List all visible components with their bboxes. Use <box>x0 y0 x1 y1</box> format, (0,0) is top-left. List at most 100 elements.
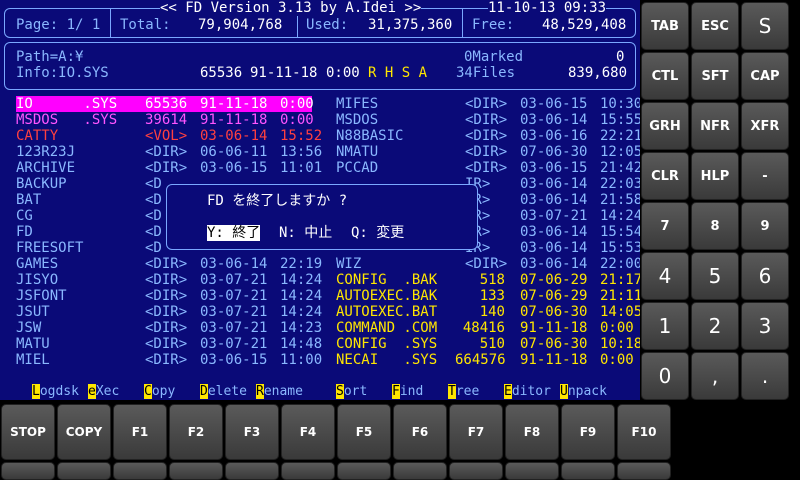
file-name[interactable]: AUTOEXEC.BAK <box>336 288 437 304</box>
key-17[interactable]: 6 <box>741 252 789 300</box>
file-name[interactable]: MIFES <box>336 96 378 112</box>
function-key-1[interactable]: Logdsk <box>32 384 79 400</box>
bottom-key-10[interactable]: F9 <box>561 404 615 460</box>
key-16[interactable]: 5 <box>691 252 739 300</box>
file-size: <DIR> <box>145 144 188 160</box>
file-name[interactable]: CG <box>16 208 33 224</box>
bottom-key-2[interactable]: F1 <box>113 404 167 460</box>
file-name[interactable]: JSW <box>16 320 41 336</box>
file-name[interactable]: MIEL <box>16 352 50 368</box>
file-date: 03-06-14 <box>520 192 588 208</box>
function-key-9[interactable]: Editor <box>504 384 551 400</box>
bottom-key-11[interactable]: F10 <box>617 404 671 460</box>
function-key-4[interactable]: Delete <box>200 384 247 400</box>
bottom-key-lower[interactable] <box>225 462 279 480</box>
key-11[interactable]: - <box>741 152 789 200</box>
bottom-key-lower[interactable] <box>57 462 111 480</box>
key-10[interactable]: HLP <box>691 152 739 200</box>
key-19[interactable]: 2 <box>691 302 739 350</box>
file-name[interactable]: MSDOS .SYS <box>16 112 117 128</box>
file-name[interactable]: JSFONT <box>16 288 67 304</box>
file-name[interactable]: JISYO <box>16 272 58 288</box>
file-name[interactable]: BAT <box>16 192 41 208</box>
file-name[interactable]: ARCHIVE <box>16 160 75 176</box>
key-1[interactable]: ESC <box>691 2 739 50</box>
function-key-5[interactable]: Rename <box>256 384 303 400</box>
key-3[interactable]: CTL <box>641 52 689 100</box>
key-0[interactable]: TAB <box>641 2 689 50</box>
key-23[interactable]: . <box>741 352 789 400</box>
bottom-key-lower[interactable] <box>505 462 559 480</box>
key-21[interactable]: 0 <box>641 352 689 400</box>
key-5[interactable]: CAP <box>741 52 789 100</box>
file-name[interactable]: FD <box>16 224 33 240</box>
file-name[interactable]: NMATU <box>336 144 378 160</box>
function-key-3[interactable]: Copy <box>144 384 175 400</box>
key-15[interactable]: 4 <box>641 252 689 300</box>
info-date: 91-11-18 <box>250 65 318 81</box>
file-name[interactable]: GAMES <box>16 256 58 272</box>
bottom-key-5[interactable]: F4 <box>281 404 335 460</box>
file-date: 07-06-30 <box>520 304 588 320</box>
bottom-key-0[interactable]: STOP <box>1 404 55 460</box>
function-key-10[interactable]: Unpack <box>560 384 607 400</box>
key-18[interactable]: 1 <box>641 302 689 350</box>
bottom-key-4[interactable]: F3 <box>225 404 279 460</box>
bottom-key-3[interactable]: F2 <box>169 404 223 460</box>
bottom-key-lower[interactable] <box>617 462 671 480</box>
key-8[interactable]: XFR <box>741 102 789 150</box>
file-name[interactable]: AUTOEXEC.BAT <box>336 304 437 320</box>
file-time: 14:24 <box>280 272 323 288</box>
function-key-6[interactable]: Sort <box>336 384 367 400</box>
bottom-key-lower[interactable] <box>1 462 55 480</box>
key-7[interactable]: NFR <box>691 102 739 150</box>
function-key-2[interactable]: eXec <box>88 384 119 400</box>
bottom-key-lower[interactable] <box>561 462 615 480</box>
bottom-key-1[interactable]: COPY <box>57 404 111 460</box>
key-2[interactable]: S <box>741 2 789 50</box>
key-20[interactable]: 3 <box>741 302 789 350</box>
file-name[interactable]: FREESOFT <box>16 240 83 256</box>
bottom-key-7[interactable]: F6 <box>393 404 447 460</box>
hotkey-letter: U <box>560 384 568 399</box>
file-time: 0:00 <box>280 96 314 112</box>
file-time: 15:55 <box>600 112 640 128</box>
file-name[interactable]: 123R23J <box>16 144 75 160</box>
key-14[interactable]: 9 <box>741 202 789 250</box>
file-name[interactable]: JSUT <box>16 304 50 320</box>
bottom-key-lower[interactable] <box>337 462 391 480</box>
key-6[interactable]: GRH <box>641 102 689 150</box>
marked-label: 0Marked <box>464 49 524 65</box>
dialog-change-option[interactable]: Q: 変更 <box>351 225 404 241</box>
file-name[interactable]: PCCAD <box>336 160 378 176</box>
function-key-8[interactable]: Tree <box>448 384 479 400</box>
file-size: <DIR> <box>465 112 508 128</box>
file-name[interactable]: CONFIG .SYS <box>336 336 437 352</box>
bottom-key-lower[interactable] <box>393 462 447 480</box>
file-name[interactable]: N88BASIC <box>336 128 403 144</box>
dialog-yes-option[interactable]: Y: 終了 <box>207 225 261 241</box>
file-name[interactable]: COMMAND .COM <box>336 320 437 336</box>
bottom-key-lower[interactable] <box>449 462 503 480</box>
key-4[interactable]: SFT <box>691 52 739 100</box>
key-12[interactable]: 7 <box>641 202 689 250</box>
file-name[interactable]: IO .SYS <box>16 96 117 112</box>
bottom-key-9[interactable]: F8 <box>505 404 559 460</box>
dialog-no-option[interactable]: N: 中止 <box>279 225 332 241</box>
key-9[interactable]: CLR <box>641 152 689 200</box>
function-key-7[interactable]: Find <box>392 384 423 400</box>
file-name[interactable]: BACKUP <box>16 176 67 192</box>
file-name[interactable]: WIZ <box>336 256 361 272</box>
key-13[interactable]: 8 <box>691 202 739 250</box>
bottom-key-lower[interactable] <box>281 462 335 480</box>
bottom-key-8[interactable]: F7 <box>449 404 503 460</box>
file-name[interactable]: MATU <box>16 336 50 352</box>
file-name[interactable]: NECAI .SYS <box>336 352 437 368</box>
bottom-key-lower[interactable] <box>113 462 167 480</box>
file-name[interactable]: CONFIG .BAK <box>336 272 437 288</box>
file-name[interactable]: CATTY <box>16 128 58 144</box>
file-name[interactable]: MSDOS <box>336 112 378 128</box>
key-22[interactable]: , <box>691 352 739 400</box>
bottom-key-lower[interactable] <box>169 462 223 480</box>
bottom-key-6[interactable]: F5 <box>337 404 391 460</box>
